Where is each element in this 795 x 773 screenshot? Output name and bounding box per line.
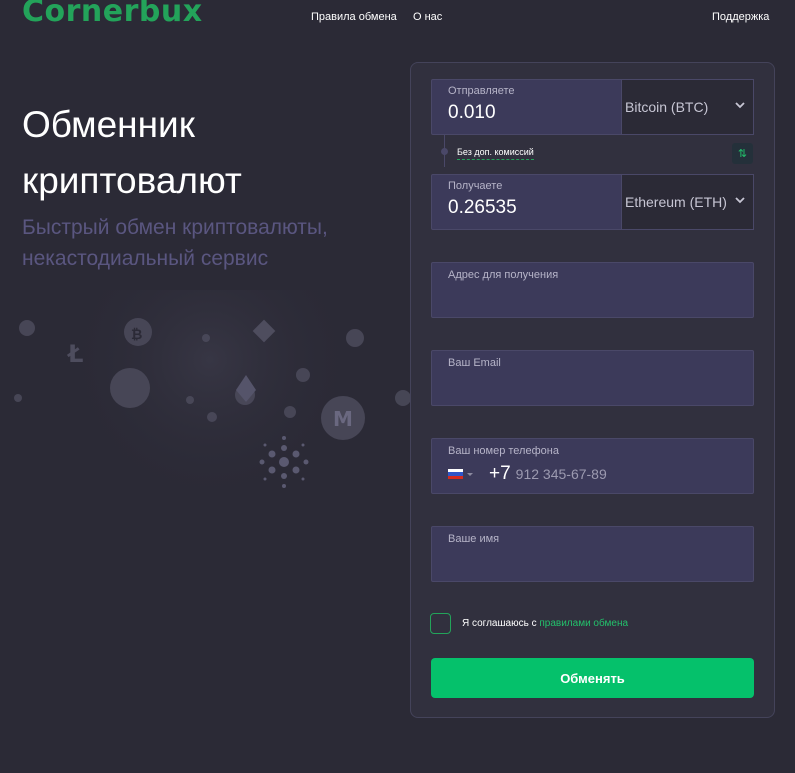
agree-prefix: Я соглашаюсь с	[462, 618, 540, 629]
address-label: Адрес для получения	[448, 269, 559, 281]
no-fee-label[interactable]: Без доп. комиссий	[457, 147, 534, 160]
chevron-down-icon	[735, 197, 745, 204]
litecoin-icon: Ł	[66, 340, 83, 368]
swap-icon: ⇅	[737, 148, 748, 160]
phone-country-code: +7	[489, 463, 511, 484]
russia-flag-icon[interactable]	[448, 469, 463, 479]
swap-button[interactable]: ⇅	[732, 143, 753, 164]
exchange-button[interactable]: Обменять	[431, 658, 754, 698]
country-caret-icon[interactable]	[467, 472, 473, 476]
phone-input[interactable]: 912 345-67-89	[516, 466, 607, 482]
rules-link[interactable]: правилами обмена	[539, 618, 628, 629]
doge-coin-icon	[110, 368, 150, 408]
send-currency-select[interactable]: Bitcoin (BTC)	[621, 79, 754, 135]
receive-amount-box: Получаете 0.26535 Ethereum (ETH)	[431, 174, 754, 230]
logo[interactable]: Cornerbux	[22, 0, 203, 29]
connector-dot	[441, 148, 448, 155]
send-label: Отправляете	[448, 85, 515, 97]
address-field[interactable]: Адрес для получения	[431, 262, 754, 318]
exchange-form: Отправляете 0.010 Bitcoin (BTC) Без доп.…	[410, 62, 775, 718]
name-field[interactable]: Ваше имя	[431, 526, 754, 582]
name-label: Ваше имя	[448, 533, 500, 545]
send-amount-input[interactable]: 0.010	[448, 102, 496, 124]
hero-title: Обменник криптовалют	[22, 104, 242, 201]
svg-text:M: M	[333, 407, 353, 431]
phone-label: Ваш номер телефона	[448, 445, 559, 457]
nav-link-rules[interactable]: Правила обмена	[311, 11, 397, 23]
send-amount-box: Отправляете 0.010 Bitcoin (BTC)	[431, 79, 754, 135]
nav-link-about[interactable]: О нас	[413, 11, 442, 23]
receive-amount-input[interactable]: 0.26535	[448, 197, 517, 219]
agree-checkbox[interactable]	[430, 613, 451, 634]
email-field[interactable]: Ваш Email	[431, 350, 754, 406]
receive-label: Получаете	[448, 180, 503, 192]
email-label: Ваш Email	[448, 357, 501, 369]
phone-input-row: +7 912 345-67-89	[448, 463, 607, 485]
crypto-coins-decoration: Ł ₿ M	[14, 290, 410, 510]
receive-currency-label: Ethereum (ETH)	[625, 194, 727, 210]
chevron-down-icon	[735, 102, 745, 109]
page: Cornerbux Правила обмена О нас Поддержка…	[0, 0, 795, 773]
agree-text: Я соглашаюсь с правилами обмена	[462, 618, 628, 629]
nav-link-support[interactable]: Поддержка	[712, 11, 769, 23]
phone-field[interactable]: Ваш номер телефона +7 912 345-67-89	[431, 438, 754, 494]
hero-subtitle: Быстрый обмен криптовалюты, некастодиаль…	[22, 216, 328, 270]
receive-currency-select[interactable]: Ethereum (ETH)	[621, 174, 754, 230]
send-currency-label: Bitcoin (BTC)	[625, 99, 709, 115]
svg-text:₿: ₿	[131, 327, 142, 343]
